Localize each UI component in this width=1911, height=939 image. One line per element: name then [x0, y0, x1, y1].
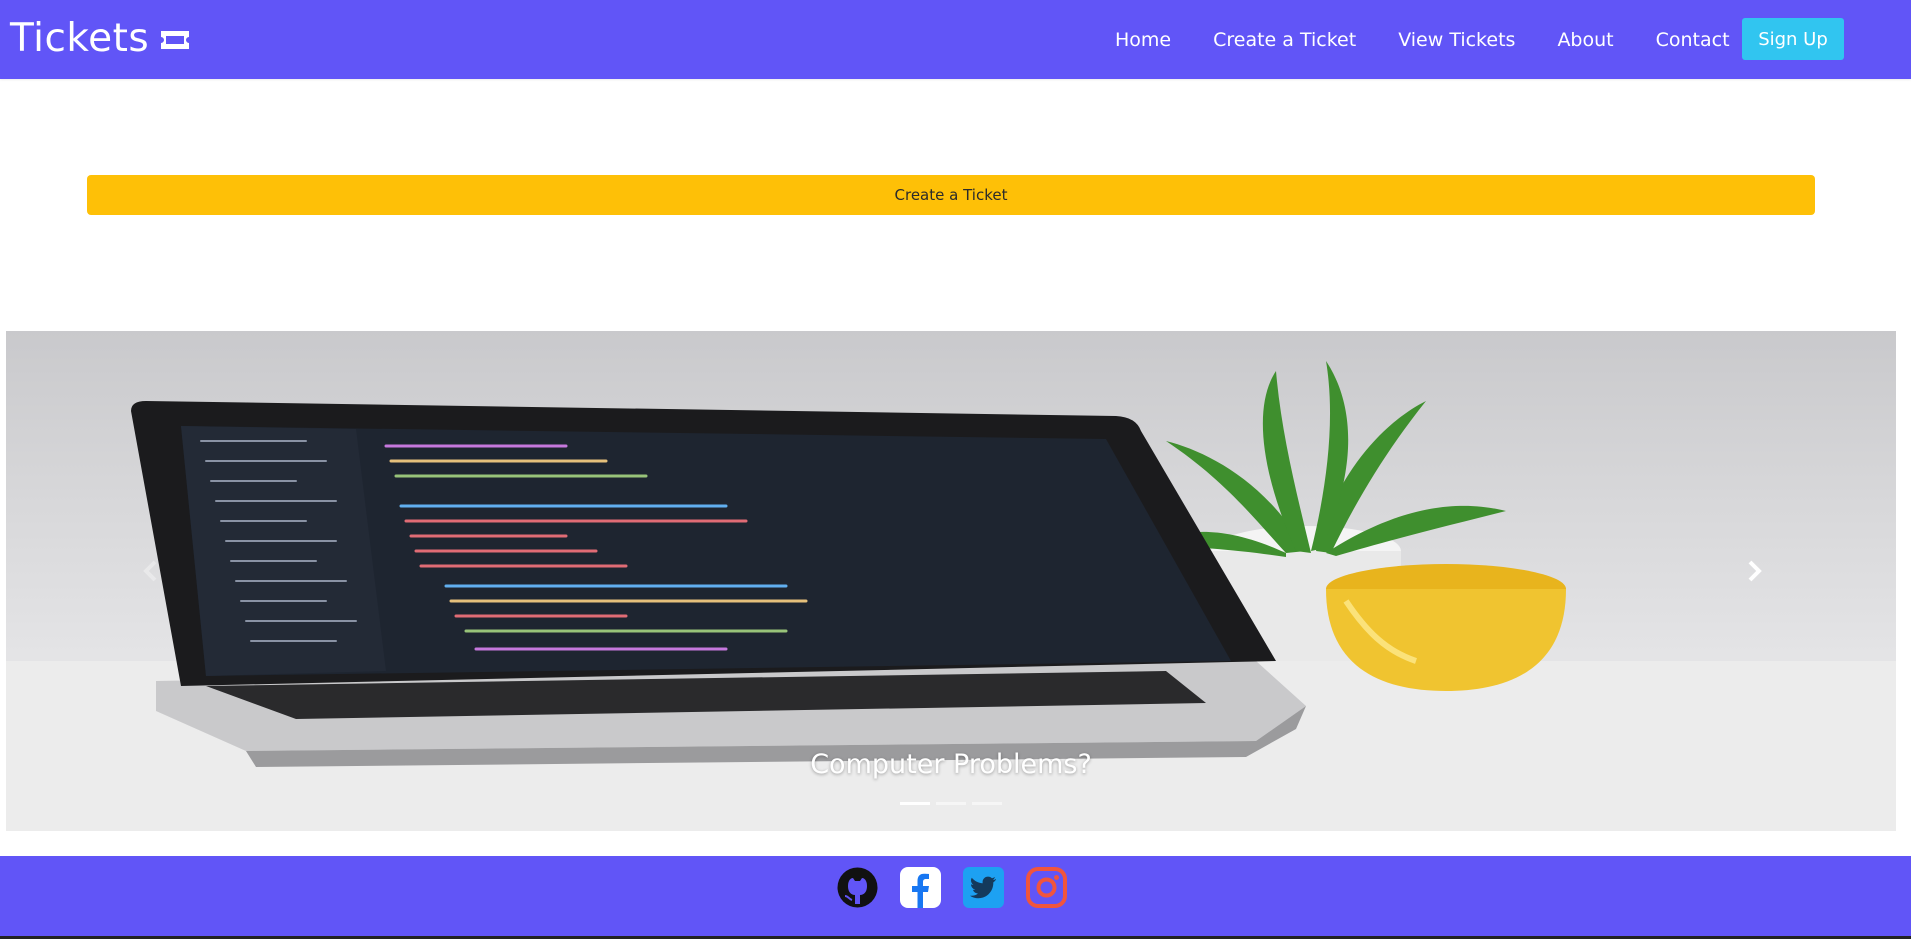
carousel-indicator-3[interactable] [972, 802, 1002, 805]
social-links [836, 866, 1068, 909]
navbar: Tickets Home Create a Ticket View Ticket… [0, 0, 1911, 79]
nav-links: Home Create a Ticket View Tickets About … [1115, 0, 1772, 79]
nav-view-tickets[interactable]: View Tickets [1398, 29, 1515, 51]
carousel-indicators [6, 802, 1896, 805]
brand-title: Tickets [10, 15, 150, 61]
chevron-left-icon [143, 560, 157, 582]
ticket-icon [161, 31, 190, 49]
carousel-prev-button[interactable] [136, 556, 166, 586]
nav-about[interactable]: About [1557, 29, 1613, 51]
nav-contact[interactable]: Contact [1656, 29, 1730, 51]
create-ticket-button[interactable]: Create a Ticket [87, 175, 1815, 215]
carousel-indicator-2[interactable] [936, 802, 966, 805]
carousel-indicator-1[interactable] [900, 802, 930, 805]
github-icon[interactable] [836, 866, 879, 909]
carousel-next-button[interactable] [1739, 556, 1769, 586]
brand-link[interactable]: Tickets [10, 10, 191, 66]
nav-create-ticket[interactable]: Create a Ticket [1213, 29, 1356, 51]
twitter-icon[interactable] [962, 866, 1005, 909]
facebook-icon[interactable] [899, 866, 942, 909]
signup-button[interactable]: Sign Up [1742, 18, 1844, 60]
hero-carousel: Computer Problems? [6, 331, 1896, 831]
chevron-right-icon [1748, 560, 1762, 582]
footer [0, 856, 1911, 936]
nav-home[interactable]: Home [1115, 29, 1171, 51]
instagram-icon[interactable] [1025, 866, 1068, 909]
carousel-caption: Computer Problems? [810, 749, 1092, 780]
